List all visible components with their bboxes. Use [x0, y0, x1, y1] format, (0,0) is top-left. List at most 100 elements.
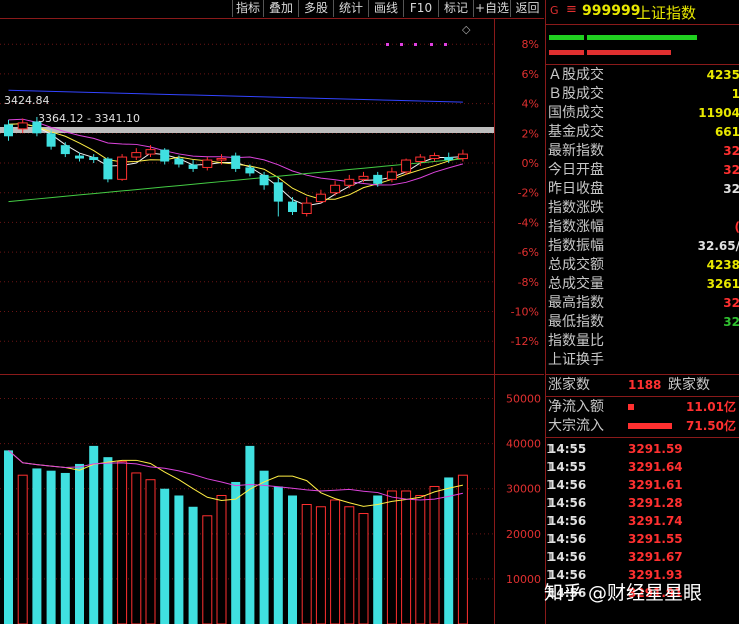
volume-bar [415, 494, 426, 624]
quote-title-bar: G ≡ 999999 上证指数 [546, 0, 739, 25]
signal-dot [400, 43, 403, 46]
stock-code: 999999 [582, 3, 641, 19]
signal-dot [444, 43, 447, 46]
quote-panel: G ≡ 999999 上证指数 Ａ股成交 4235 Ｂ股成交 1 国债成交 11904 基金… [545, 0, 739, 624]
volume-bar [216, 494, 227, 624]
candle-body [103, 158, 113, 180]
volume-tick-label: 10000 [506, 573, 541, 586]
buy-bar-right [587, 35, 697, 40]
candle-body [315, 193, 326, 203]
block-inflow-value: 71.50亿 [686, 419, 736, 433]
info-value: ( [735, 218, 739, 237]
ma120-line [8, 89, 463, 103]
volume-bar [131, 472, 142, 624]
candle-body [373, 174, 383, 184]
signal-dots [386, 43, 447, 46]
info-label: 指数振幅 [548, 238, 604, 254]
sell-bar-left [549, 50, 584, 55]
percent-tick-label: 6% [522, 68, 539, 81]
tick-extra: 1 [546, 442, 554, 456]
tick-extra: 1 [546, 496, 554, 510]
info-label: 最新指数 [548, 143, 604, 159]
watermark: 知乎 @财经星星眼 [544, 582, 703, 604]
candle-body [202, 159, 213, 168]
moving-average-lines [8, 89, 464, 207]
volume-bar [17, 474, 28, 624]
candle-body [174, 158, 184, 165]
separator [546, 64, 739, 65]
volume-bar [231, 481, 241, 624]
volume-bar [344, 506, 355, 624]
volume-bar [117, 461, 128, 624]
g-icon[interactable]: G [550, 4, 559, 17]
advancers-count: 1188 [628, 378, 662, 392]
volume-bar [330, 499, 341, 624]
info-value: 32 [723, 296, 739, 310]
volume-bar [373, 495, 383, 624]
tick-extra: 1 [546, 550, 554, 564]
tick-extra: 1 [546, 514, 554, 528]
candle-body [89, 157, 99, 161]
percent-tick-label: -4% [518, 216, 539, 229]
volume-bar [202, 515, 213, 624]
diamond-icon[interactable]: ◇ [462, 23, 471, 36]
volume-bar [160, 488, 170, 624]
info-label: 指数量比 [548, 333, 604, 349]
volume-bar [89, 445, 99, 624]
candle-body [4, 124, 13, 137]
candle-body [259, 174, 269, 186]
tick-extra: 1 [546, 532, 554, 546]
sell-bar-right [587, 50, 671, 55]
volume-bar [288, 495, 297, 624]
candle-body [344, 178, 355, 186]
range-highlight-band [0, 127, 494, 133]
tick-extra: 1 [546, 478, 554, 492]
volume-bar [259, 470, 269, 624]
volume-bar [4, 450, 13, 624]
volume-bar [444, 477, 454, 624]
separator [546, 437, 739, 438]
candle-body [216, 158, 227, 161]
candle-body [301, 202, 312, 214]
candle-body [117, 156, 128, 180]
info-label: 总成交额 [548, 257, 604, 273]
percent-tick-label: -2% [518, 187, 539, 200]
info-label: 最低指数 [548, 314, 604, 330]
high-price-label: 3424.84 [4, 94, 50, 107]
stock-name: 上证指数 [636, 4, 697, 22]
info-value: 4238 [706, 258, 739, 272]
info-value: 11904 [698, 106, 739, 120]
info-value: 3261 [706, 277, 739, 291]
menu-icon[interactable]: ≡ [566, 2, 577, 17]
buy-bar-left [549, 35, 584, 40]
candle-body [245, 167, 255, 174]
candle-body [75, 155, 84, 159]
volume-bar [401, 490, 412, 624]
candle-body [188, 164, 198, 169]
info-value: 661 [714, 125, 739, 139]
candle-body [160, 149, 170, 162]
price-grid [0, 43, 494, 342]
info-value: 32.65/ [697, 239, 739, 253]
candle-body [273, 182, 283, 202]
net-inflow-label: 净流入额 [548, 399, 604, 415]
candle-body [231, 155, 241, 169]
candle-body [401, 159, 412, 173]
candle-body [46, 133, 56, 147]
info-label: 上证换手 [548, 352, 604, 368]
separator [546, 396, 739, 397]
volume-bar [103, 457, 113, 624]
percent-tick-label: 0% [522, 157, 539, 170]
block-inflow-bar [628, 423, 672, 429]
volume-bar [75, 463, 84, 624]
candle-body [457, 153, 468, 160]
volume-bar [315, 506, 326, 624]
volume-axis: 50000 40000 30000 20000 10000 [506, 393, 541, 586]
info-label: 今日开盘 [548, 162, 604, 178]
volume-bar [386, 490, 397, 624]
percent-tick-label: -12% [511, 335, 539, 348]
info-label: 基金成交 [548, 124, 604, 140]
percent-tick-label: 8% [522, 38, 539, 51]
kline-chart[interactable]: ◇ 3424.84 3364.12 - 3341.10 8% 6% 4% 2% 0% -2… [0, 0, 544, 624]
info-label: 最高指数 [548, 295, 604, 311]
